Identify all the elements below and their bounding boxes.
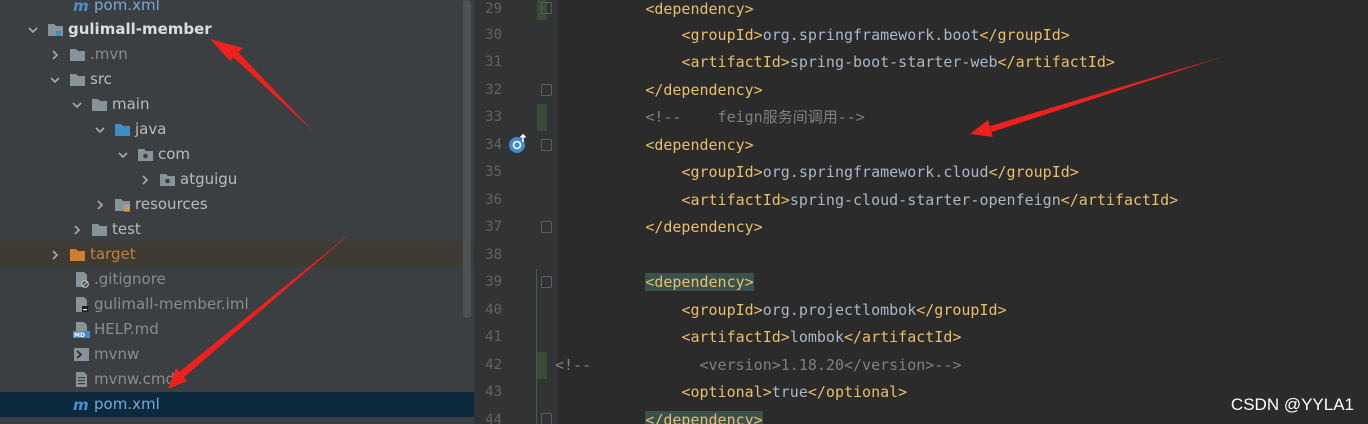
gitignore-file-icon xyxy=(72,271,90,289)
tree-item-mvn[interactable]: .mvn xyxy=(0,42,474,67)
code-line: </dependency> xyxy=(645,218,763,236)
line-number: 31 xyxy=(485,54,502,70)
fold-marker[interactable] xyxy=(541,276,552,288)
source-folder-icon xyxy=(113,121,131,139)
chevron-right-icon[interactable] xyxy=(48,248,62,262)
line-number: 39 xyxy=(485,274,502,290)
code-line: <groupId>org.springframework.cloud</grou… xyxy=(681,163,1079,181)
code-line: <dependency> xyxy=(645,136,754,154)
line-number: 44 xyxy=(485,412,502,424)
tree-item-com[interactable]: com xyxy=(0,142,474,167)
line-number: 36 xyxy=(485,192,502,208)
line-number: 43 xyxy=(485,384,502,400)
tree-item-src[interactable]: src xyxy=(0,67,474,92)
chevron-down-icon[interactable] xyxy=(116,148,130,162)
svg-text:m: m xyxy=(73,0,89,14)
code-line: </dependency> xyxy=(555,407,763,424)
vcs-change-line xyxy=(536,269,537,424)
tree-item-gulimall-member[interactable]: gulimall-member xyxy=(0,17,474,42)
tree-item-java[interactable]: java xyxy=(0,117,474,142)
package-icon xyxy=(136,146,154,164)
chevron-right-icon[interactable] xyxy=(70,223,84,237)
folder-icon xyxy=(90,96,108,114)
svg-text:MD: MD xyxy=(74,332,85,338)
maven-icon: m xyxy=(72,0,90,15)
watermark: CSDN @YYLA1 xyxy=(1230,395,1354,414)
line-number: 35 xyxy=(485,164,502,180)
chevron-right-icon[interactable] xyxy=(93,198,107,212)
chevron-down-icon[interactable] xyxy=(93,123,107,137)
fold-marker[interactable] xyxy=(541,413,552,424)
tree-item-resources[interactable]: resources xyxy=(0,192,474,217)
tree-item-target[interactable]: target xyxy=(0,242,474,267)
shell-script-icon xyxy=(72,346,90,364)
code-line: <artifactId>spring-boot-starter-web</art… xyxy=(681,53,1115,71)
line-number: 42 xyxy=(485,357,502,373)
code-line: <artifactId>lombok</artifactId> xyxy=(681,328,962,346)
code-line: <groupId>org.projectlombok</groupId> xyxy=(681,301,1007,319)
chevron-down-icon[interactable] xyxy=(26,23,40,37)
chevron-down-icon[interactable] xyxy=(48,73,62,87)
code-line: </dependency> xyxy=(645,81,763,99)
tree-item-test[interactable]: test xyxy=(0,217,474,242)
folder-icon xyxy=(68,46,86,64)
code-line: <artifactId>spring-cloud-starter-openfei… xyxy=(681,191,1179,209)
code-line: <groupId>org.springframework.boot</group… xyxy=(681,26,1070,44)
tree-item-iml[interactable]: gulimall-member.iml xyxy=(0,292,474,317)
code-line: <optional>true</optional> xyxy=(681,383,908,401)
fold-marker[interactable] xyxy=(541,84,552,96)
tree-item-gitignore[interactable]: .gitignore xyxy=(0,267,474,292)
project-tree: m pom.xml gulimall-member .mvn src main … xyxy=(0,0,474,424)
module-folder-icon xyxy=(46,421,64,424)
code-line: <!-- feign服务间调用--> xyxy=(645,108,865,126)
vcs-change-marker[interactable] xyxy=(537,352,547,379)
line-number: 38 xyxy=(485,247,502,263)
module-folder-icon xyxy=(46,21,64,39)
line-number: 34 xyxy=(485,137,502,153)
tree-item-next-module[interactable] xyxy=(0,417,474,424)
vcs-change-marker[interactable] xyxy=(537,104,547,131)
line-number: 41 xyxy=(485,329,502,345)
folder-icon xyxy=(90,221,108,239)
tree-item-mvnw-cmd[interactable]: mvnw.cmd xyxy=(0,367,474,392)
tree-item-pom-xml-top[interactable]: m pom.xml xyxy=(0,0,474,18)
code-line: <!-- <version>1.18.20</version>--> xyxy=(555,356,962,374)
line-number: 29 xyxy=(485,1,502,17)
excluded-folder-icon xyxy=(68,246,86,264)
chevron-right-icon[interactable] xyxy=(48,48,62,62)
svg-text:m: m xyxy=(73,396,89,413)
line-number: 33 xyxy=(485,109,502,125)
tree-scrollbar[interactable] xyxy=(463,0,471,318)
tree-item-mvnw[interactable]: mvnw xyxy=(0,342,474,367)
fold-marker[interactable] xyxy=(541,221,552,233)
markdown-file-icon: MD xyxy=(72,321,90,339)
chevron-right-icon[interactable] xyxy=(138,173,152,187)
text-file-icon xyxy=(72,371,90,389)
tree-item-pom-xml[interactable]: m pom.xml xyxy=(0,392,474,417)
fold-marker[interactable] xyxy=(541,139,552,151)
resources-folder-icon xyxy=(113,196,131,214)
code-line: <dependency> xyxy=(645,273,754,291)
tree-item-help-md[interactable]: MD HELP.md xyxy=(0,317,474,342)
fold-marker[interactable] xyxy=(541,2,552,14)
tree-item-main[interactable]: main xyxy=(0,92,474,117)
line-number: 30 xyxy=(485,27,502,43)
maven-icon: m xyxy=(72,396,90,414)
line-number: 37 xyxy=(485,219,502,235)
chevron-down-icon[interactable] xyxy=(70,98,84,112)
code-line: <dependency> xyxy=(645,0,754,18)
package-icon xyxy=(158,171,176,189)
iml-file-icon xyxy=(72,296,90,314)
line-number: 32 xyxy=(485,82,502,98)
override-gutter-icon[interactable] xyxy=(508,134,528,154)
tree-item-atguigu[interactable]: atguigu xyxy=(0,167,474,192)
line-number: 40 xyxy=(485,302,502,318)
folder-icon xyxy=(68,71,86,89)
